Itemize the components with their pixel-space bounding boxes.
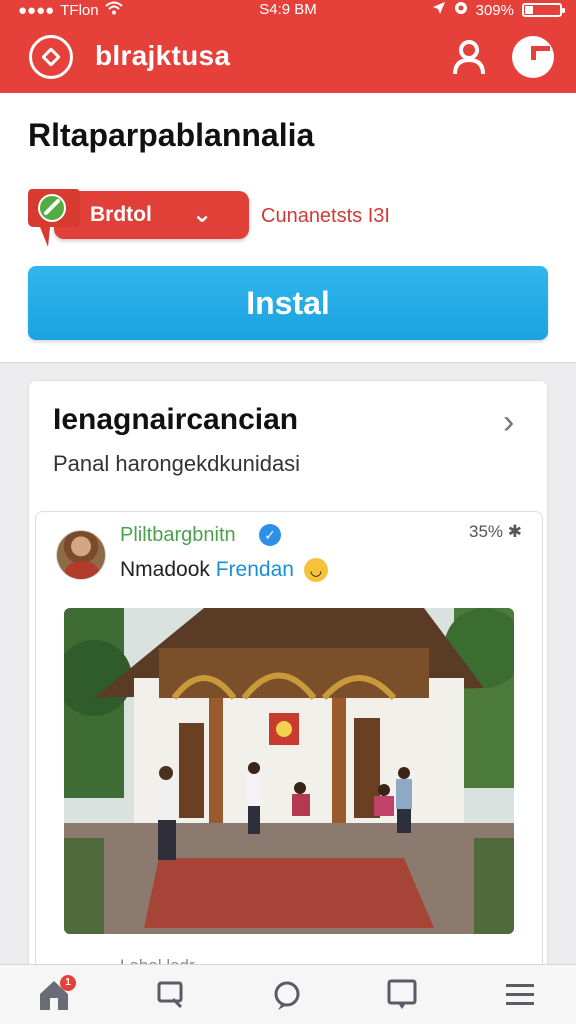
bottom-tab-bar: 1 — [0, 964, 576, 1024]
app-header-section: Rltaparpablannalia Brdtol ⌄ Cunanetsts I… — [0, 93, 576, 363]
avatar[interactable] — [56, 530, 106, 580]
status-right: 309% — [432, 1, 565, 19]
verified-badge-icon: ✓ — [259, 524, 281, 546]
post-text-prefix: Nmadook — [120, 558, 210, 581]
post-photo[interactable] — [64, 608, 514, 934]
chevron-right-icon[interactable]: › — [503, 403, 514, 442]
chat-icon — [270, 978, 304, 1017]
chat-bubble-icon — [26, 185, 82, 247]
card-subtitle: Panal harongekdkunidasi — [53, 451, 301, 476]
status-bar: ●●●● TFlon S4:9 BM 309% — [0, 0, 576, 20]
app-logo-icon[interactable] — [29, 35, 73, 79]
install-button[interactable]: Instal — [28, 266, 548, 340]
app-bar: blrajktusa — [0, 20, 576, 93]
category-dropdown[interactable]: Brdtol ⌄ — [54, 191, 249, 239]
channel-info: Cunanetsts I3I — [261, 205, 390, 227]
battery-percentage: 309% — [475, 1, 514, 19]
tab-messages[interactable] — [352, 971, 452, 1023]
battery-icon — [522, 3, 565, 17]
smile-emoji-icon: ◡ — [304, 558, 328, 582]
post-author[interactable]: Pliltbargbnitn — [120, 524, 236, 547]
dropdown-label: Brdtol — [90, 203, 152, 226]
page-title: Rltaparpablannalia — [28, 117, 315, 153]
post-text: Nmadook Frendan — [120, 558, 294, 582]
power-icon[interactable] — [512, 36, 554, 78]
chevron-down-icon: ⌄ — [192, 201, 213, 228]
post-mention-link[interactable]: Frendan — [216, 558, 294, 581]
post-stat: 35% ✱ — [469, 522, 522, 541]
location-arrow-icon — [432, 1, 446, 19]
post-item[interactable]: Pliltbargbnitn ✓ 35% ✱ Nmadook Frendan ◡ — [35, 511, 543, 991]
tab-chat[interactable] — [237, 971, 337, 1023]
tab-home[interactable]: 1 — [4, 971, 104, 1023]
alarm-icon — [454, 1, 468, 19]
search-icon — [155, 979, 187, 1016]
tab-search[interactable] — [121, 971, 221, 1023]
tab-menu[interactable] — [470, 971, 570, 1023]
card-title: Ienagnaircancian — [53, 403, 299, 436]
message-square-icon — [386, 978, 418, 1017]
profile-icon[interactable] — [448, 36, 490, 78]
featured-card[interactable]: Ienagnaircancian › Panal harongekdkunida… — [28, 380, 548, 991]
notification-badge: 1 — [60, 975, 76, 991]
app-brand-name: blrajktusa — [95, 40, 231, 71]
hamburger-menu-icon — [504, 981, 536, 1014]
